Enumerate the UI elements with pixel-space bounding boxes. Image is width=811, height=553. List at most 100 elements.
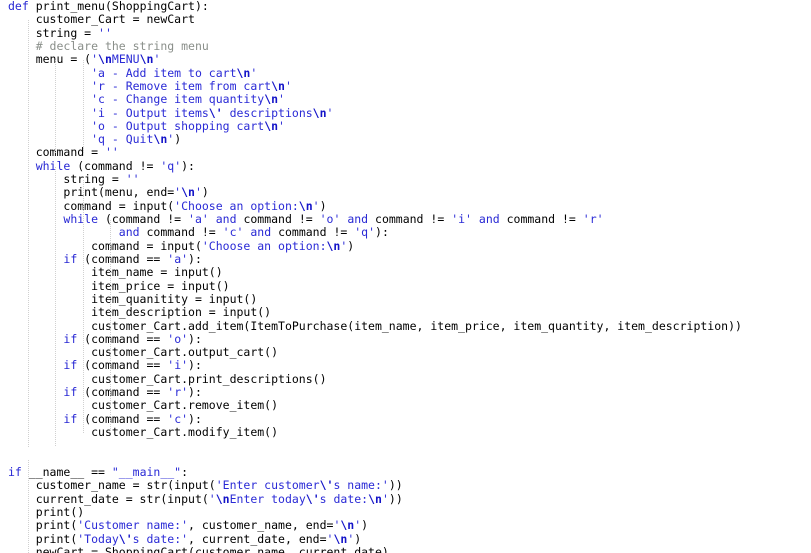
token-kw: if [63,251,78,266]
token-plain: (command == [77,251,168,266]
code-line[interactable]: string = '' [0,172,811,187]
code-line[interactable]: command = input('Choose an option:\n') [0,198,811,213]
code-line[interactable]: item_quanitity = input() [0,292,811,306]
code-line[interactable]: string = '' [0,26,811,40]
token-esc: \n [264,118,279,133]
token-kw: and [471,212,507,226]
token-kw: while [63,212,99,226]
code-line[interactable]: if (command == 'i'): [0,359,811,372]
code-line[interactable]: if (command == 'c'): [0,411,811,426]
token-esc: \n [215,491,230,506]
code-line[interactable]: # declare the string menu [0,38,811,53]
token-str: ' [284,78,292,93]
code-line[interactable]: print('Customer name:', customer_name, e… [0,519,811,532]
code-line[interactable]: 'a - Add item to cart\n' [0,66,811,80]
token-str: 'q - Quit [91,132,154,147]
token-plain: customer_Cart.output_cart() [91,345,279,360]
token-plain: (command == [77,385,168,400]
token-esc: \n [98,52,112,67]
token-plain: command = [35,145,105,160]
code-line[interactable]: customer_Cart.add_item(ItemToPurchase(it… [0,318,811,333]
code-line[interactable]: item_description = input() [0,306,811,319]
token-cmt: # declare the string menu [35,38,209,53]
token-plain: customer_Cart.modify_item() [91,425,279,439]
code-line[interactable]: 'c - Change item quantity\n' [0,93,811,106]
token-esc: \n [181,185,195,200]
token-esc: \n [333,531,348,546]
token-plain: , current_date, end= [188,531,327,546]
token-str: 'r' [167,385,189,400]
code-line[interactable]: item_name = input() [0,266,811,279]
code-line[interactable]: 'r - Remove item from cart\n' [0,78,811,93]
token-kw: if [63,411,78,426]
token-str: s date: [319,491,369,506]
token-plain: ): [188,331,202,346]
token-plain: : [181,464,189,479]
code-line[interactable]: 'q - Quit\n') [0,132,811,147]
token-plain: print( [35,531,78,546]
token-plain: current_date = str(input( [35,491,209,506]
code-line[interactable] [0,453,811,466]
token-plain: newCart = ShoppingCart(customer_name, cu… [35,544,389,553]
token-esc: \n [368,491,382,506]
code-line[interactable]: def print_menu(ShoppingCart): [0,0,811,13]
token-str: ' [326,105,334,120]
code-line[interactable]: command = input('Choose an option:\n') [0,238,811,253]
code-line[interactable]: customer_Cart.output_cart() [0,345,811,360]
code-line[interactable]: if __name__ == "__main__": [0,464,811,479]
token-plain: (command != [70,158,161,173]
token-str: 'o' [167,331,189,346]
token-plain: ) [361,518,369,533]
token-str: 'Enter customer [215,478,320,493]
token-str: 'a' [188,212,209,226]
code-line[interactable]: newCart = ShoppingCart(customer_name, cu… [0,544,811,553]
code-line[interactable] [0,439,811,452]
code-line[interactable]: if (command == 'a'): [0,251,811,266]
code-line[interactable]: 'i - Output items\' descriptions\n' [0,105,811,120]
code-line[interactable]: print() [0,505,811,519]
code-line[interactable]: 'o - Output shopping cart\n' [0,118,811,133]
code-line[interactable]: if (command == 'r'): [0,385,811,400]
token-str: ' [312,198,320,213]
indent-guide [28,20,29,447]
code-line[interactable]: current_date = str(input('\nEnter today\… [0,491,811,506]
code-text-layer[interactable]: def print_menu(ShoppingCart): customer_C… [0,0,811,553]
token-str: 'c' [222,225,244,240]
token-plain: command = input( [91,238,202,253]
code-line[interactable]: print('Today\'s date:', current_date, en… [0,531,811,546]
token-str: ' [91,52,99,67]
token-plain: ): [188,358,202,373]
code-editor[interactable]: def print_menu(ShoppingCart): customer_C… [0,0,811,553]
code-line[interactable]: and command != 'c' and command != 'q'): [0,226,811,239]
token-plain: string = [63,172,126,187]
code-line[interactable]: if (command == 'o'): [0,331,811,346]
code-line[interactable]: while (command != 'a' and command != 'o'… [0,212,811,226]
code-line[interactable]: customer_Cart = newCart [0,13,811,26]
token-kw: def [8,0,29,13]
code-line[interactable]: while (command != 'q'): [0,158,811,173]
token-str: 'i - Output items [91,105,209,120]
token-plain: customer_Cart.add_item(ItemToPurchase(it… [91,318,742,333]
token-str: ' [381,491,389,506]
token-plain: command = input( [63,198,175,213]
code-line[interactable]: customer_Cart.remove_item() [0,399,811,412]
code-line[interactable]: menu = ('\nMENU\n' [0,53,811,66]
token-str: 'i' [451,212,472,226]
code-line[interactable]: customer_Cart.modify_item() [0,425,811,439]
code-line[interactable]: print(menu, end='\n') [0,186,811,199]
token-kw: and [243,225,279,240]
token-plain: )) [388,491,403,506]
code-line[interactable]: command = '' [0,146,811,159]
code-line[interactable]: customer_name = str(input('Enter custome… [0,479,811,492]
token-kw: if [8,464,22,479]
token-plain: command != [375,212,452,226]
token-str: MENU [111,52,140,67]
code-line[interactable]: customer_Cart.print_descriptions() [0,372,811,386]
token-kw: and [208,212,244,226]
code-line[interactable]: item_price = input() [0,279,811,293]
